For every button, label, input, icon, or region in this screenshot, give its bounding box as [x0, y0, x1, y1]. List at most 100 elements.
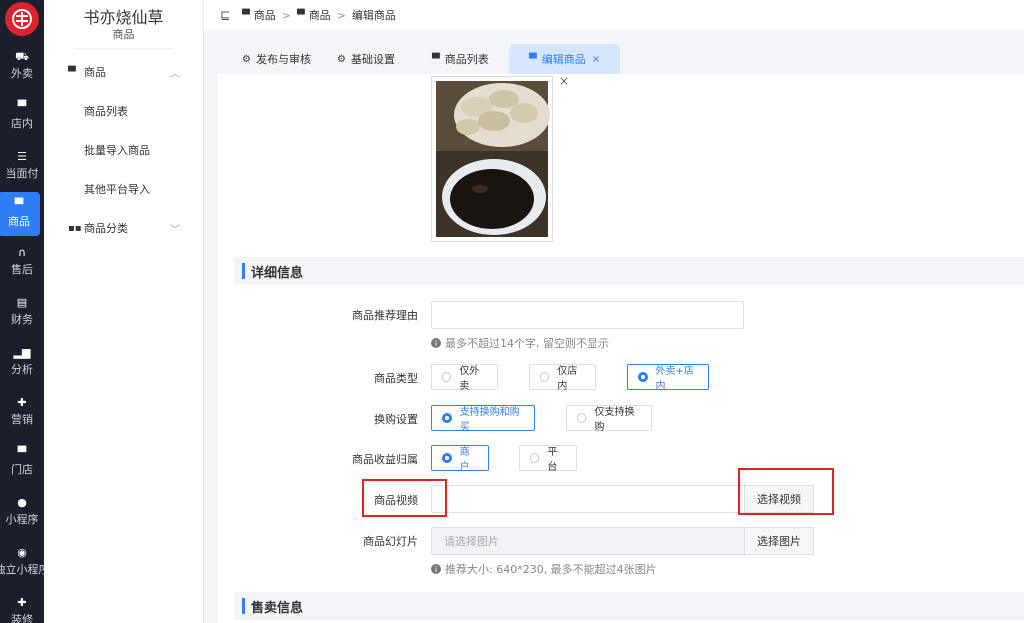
chat-icon: ● [17, 496, 27, 509]
tab-publish-review[interactable]: ⚙ 发布与审核 [242, 44, 311, 74]
menu-group-label: 商品分类 [84, 222, 128, 235]
chevron-down-icon: ﹀ [170, 224, 180, 236]
nav-label: 外卖 [11, 67, 33, 80]
hint-text: 最多不超过14个字, 留空则不显示 [445, 337, 609, 350]
breadcrumb-item[interactable]: ▀ 商品 [242, 7, 276, 23]
nav-label: 商品 [8, 215, 30, 228]
menu-group-category[interactable]: ▪▪ 商品分类 ﹀ [44, 216, 204, 240]
breadcrumb-label: 商品 [308, 9, 331, 22]
goods-slides-input[interactable]: 请选择图片 [431, 527, 745, 555]
nav-label: 小程序 [5, 513, 39, 526]
breadcrumb: ⊑ ▀ 商品 > ▀ 商品 > 编辑商品 [204, 0, 1024, 30]
product-image-thumbnail[interactable] [431, 76, 553, 242]
edit-form: × 详细信息 商品推荐理由 i 最多不超过14个字, 留空则不显示 商品类型 仅外… [218, 74, 1024, 623]
remove-image-close-icon[interactable]: × [559, 74, 569, 88]
section-detail-info: 详细信息 [234, 257, 1024, 285]
radio-label: 支持换购和购买 [459, 407, 520, 433]
menu-section-title: 商品 [112, 28, 135, 41]
close-icon[interactable]: × [592, 54, 600, 65]
nav-item-takeout[interactable]: ⛟ 外卖 [0, 44, 44, 88]
section-title: 售卖信息 [251, 600, 304, 616]
section-title: 详细信息 [251, 265, 304, 281]
menu-group-label: 商品 [84, 66, 106, 79]
info-icon: i [431, 338, 441, 348]
list-icon: ☰ [17, 150, 27, 163]
nav-item-standalone-miniprogram[interactable]: ◉ 独立小程序 [0, 540, 44, 584]
exchange-option-exchange-only[interactable]: 仅支持换购 [566, 405, 652, 433]
gear-icon: ⚙ [242, 53, 251, 65]
nav-label: 售后 [11, 263, 33, 276]
highlight-box-video-label [362, 479, 447, 517]
tab-label: 编辑商品 [541, 53, 586, 66]
recommend-reason-input[interactable] [431, 301, 744, 329]
page-tabs: ⚙ 发布与审核 ⚙ 基础设置 ▀ 商品列表 ▀ 编辑商品 × [204, 30, 1024, 74]
breadcrumb-label: 编辑商品 [351, 9, 396, 22]
goods-type-option-instore-only[interactable]: 仅店内 [529, 364, 596, 392]
nav-item-facepay[interactable]: ☰ 当面付 [0, 144, 44, 188]
exchange-option-both[interactable]: 支持换购和购买 [431, 405, 535, 433]
recommend-reason-label: 商品推荐理由 [352, 309, 418, 322]
nav-item-instore[interactable]: ▀ 店内 [0, 94, 44, 138]
finance-icon: ▤ [16, 296, 28, 309]
select-image-button[interactable]: 选择图片 [744, 527, 814, 555]
highlight-box-video-button [738, 468, 834, 515]
chevron-up-icon: ︿ [170, 68, 180, 80]
tab-label: 商品列表 [444, 53, 489, 66]
bar-chart-icon: ▂▆ [13, 346, 31, 359]
goods-type-option-both[interactable]: 外卖+店内 [627, 364, 709, 392]
nav-item-finance[interactable]: ▤ 财务 [0, 290, 44, 334]
menu-item-batch-import[interactable]: 批量导入商品 [44, 138, 204, 162]
bag-icon: ▀ [432, 53, 440, 65]
secondary-menu: 书亦烧仙草 商品 ▀ 商品 ︿ 商品列表 批量导入商品 其他平台导入 ▪▪ 商品… [44, 0, 204, 623]
revenue-option-merchant[interactable]: 商户 [431, 445, 489, 473]
nav-label: 财务 [11, 313, 33, 326]
tab-goods-list[interactable]: ▀ 商品列表 [432, 44, 489, 74]
gift-icon: ✚ [17, 396, 27, 409]
nav-label: 独立小程序 [0, 563, 44, 576]
collapse-menu-icon[interactable]: ⊑ [220, 8, 230, 22]
radio-label: 仅外卖 [459, 366, 480, 392]
goods-video-input[interactable] [431, 485, 745, 513]
nav-item-decorate[interactable]: ✚ 装修 [0, 590, 44, 623]
nav-label: 门店 [11, 463, 33, 476]
nav-label: 营销 [11, 413, 33, 426]
menu-group-goods[interactable]: ▀ 商品 ︿ [44, 60, 204, 84]
menu-item-label: 商品列表 [84, 105, 128, 118]
tab-basic-settings[interactable]: ⚙ 基础设置 [337, 44, 395, 74]
breadcrumb-separator: > [281, 8, 291, 22]
goods-slides-label: 商品幻灯片 [363, 535, 418, 548]
logo-glyph-icon [12, 9, 32, 29]
nav-item-miniprogram[interactable]: ● 小程序 [0, 490, 44, 534]
breadcrumb-label: 商品 [253, 9, 276, 22]
bag-icon: ▀ [529, 53, 537, 65]
revenue-option-platform[interactable]: 平台 [519, 445, 577, 473]
menu-divider [74, 48, 173, 49]
nav-item-shop[interactable]: ▀ 门店 [0, 440, 44, 484]
radio-label: 平台 [547, 447, 558, 473]
tab-edit-goods[interactable]: ▀ 编辑商品 × [509, 44, 621, 74]
scooter-icon: ⛟ [15, 50, 29, 63]
breadcrumb-item[interactable]: ▀ 商品 [297, 7, 331, 23]
goods-type-option-takeout-only[interactable]: 仅外卖 [431, 364, 498, 392]
radio-dot-selected [442, 453, 452, 463]
radio-dot-selected [638, 372, 648, 382]
nav-item-analysis[interactable]: ▂▆ 分析 [0, 340, 44, 384]
radio-dot [530, 453, 540, 463]
main-nav-rail: ⛟ 外卖 ▀ 店内 ☰ 当面付 ▀ 商品 ∩ 售后 ▤ 财务 ▂▆ 分析 ✚ 营销 ▀ 门店 ● 小… [0, 0, 44, 623]
nav-label: 分析 [11, 363, 33, 376]
headset-icon: ∩ [17, 246, 27, 259]
nav-item-marketing[interactable]: ✚ 营销 [0, 390, 44, 434]
brand-logo[interactable] [5, 2, 39, 36]
nav-item-aftersale[interactable]: ∩ 售后 [0, 240, 44, 284]
menu-item-goods-list[interactable]: 商品列表 [44, 99, 204, 123]
radio-dot-selected [442, 413, 452, 423]
exchange-settings-label: 换购设置 [374, 413, 418, 426]
miniapp-icon: ◉ [17, 546, 27, 559]
radio-dot [442, 372, 452, 382]
tab-label: 发布与审核 [255, 53, 311, 66]
section-accent-bar [242, 598, 245, 614]
nav-item-goods[interactable]: ▀ 商品 [0, 192, 40, 236]
bag-icon: ▀ [242, 9, 250, 21]
menu-item-other-platform-import[interactable]: 其他平台导入 [44, 177, 204, 201]
radio-dot [540, 372, 550, 382]
